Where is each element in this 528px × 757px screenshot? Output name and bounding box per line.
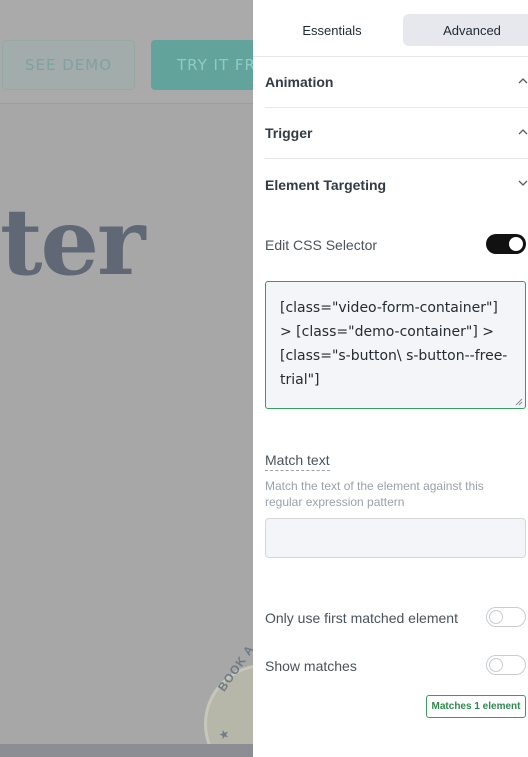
chevron-up-icon: [518, 129, 528, 135]
resize-handle-icon[interactable]: [515, 398, 523, 406]
tab-advanced[interactable]: Advanced: [403, 14, 528, 46]
toggle-knob: [509, 237, 523, 251]
settings-panel: Essentials Advanced Animation Trigger El…: [253, 0, 528, 757]
edit-css-selector-label: Edit CSS Selector: [265, 237, 378, 253]
show-matches-label: Show matches: [265, 658, 357, 674]
toggle-knob: [489, 658, 503, 672]
show-matches-toggle[interactable]: [486, 655, 526, 675]
chevron-up-icon: [518, 78, 528, 84]
section-animation-label: Animation: [265, 74, 334, 90]
background-footer: [0, 744, 260, 757]
match-text-label: Match text: [265, 452, 330, 471]
section-element-targeting-label: Element Targeting: [265, 176, 387, 193]
match-text-input[interactable]: [265, 518, 526, 558]
tab-essentials[interactable]: Essentials: [263, 14, 401, 46]
css-selector-value: [class="video-form-container"] > [class=…: [280, 300, 508, 388]
toggle-knob: [489, 610, 503, 624]
section-trigger-label: Trigger: [265, 125, 313, 141]
only-first-match-toggle[interactable]: [486, 607, 526, 627]
see-demo-button: SEE DEMO: [2, 40, 135, 90]
section-trigger[interactable]: Trigger: [265, 108, 528, 159]
tab-bar: Essentials Advanced: [253, 0, 528, 57]
matches-count-badge: Matches 1 element: [426, 695, 526, 718]
section-element-targeting[interactable]: Element Targeting: [265, 159, 528, 210]
background-heading: ter: [0, 188, 145, 296]
chevron-down-icon: [518, 180, 528, 186]
edit-css-selector-toggle[interactable]: [486, 234, 526, 254]
match-text-help: Match the text of the element against th…: [265, 479, 484, 509]
section-animation[interactable]: Animation: [265, 57, 528, 108]
css-selector-textarea[interactable]: [class="video-form-container"] > [class=…: [265, 281, 526, 409]
only-first-match-label: Only use first matched element: [265, 610, 458, 626]
